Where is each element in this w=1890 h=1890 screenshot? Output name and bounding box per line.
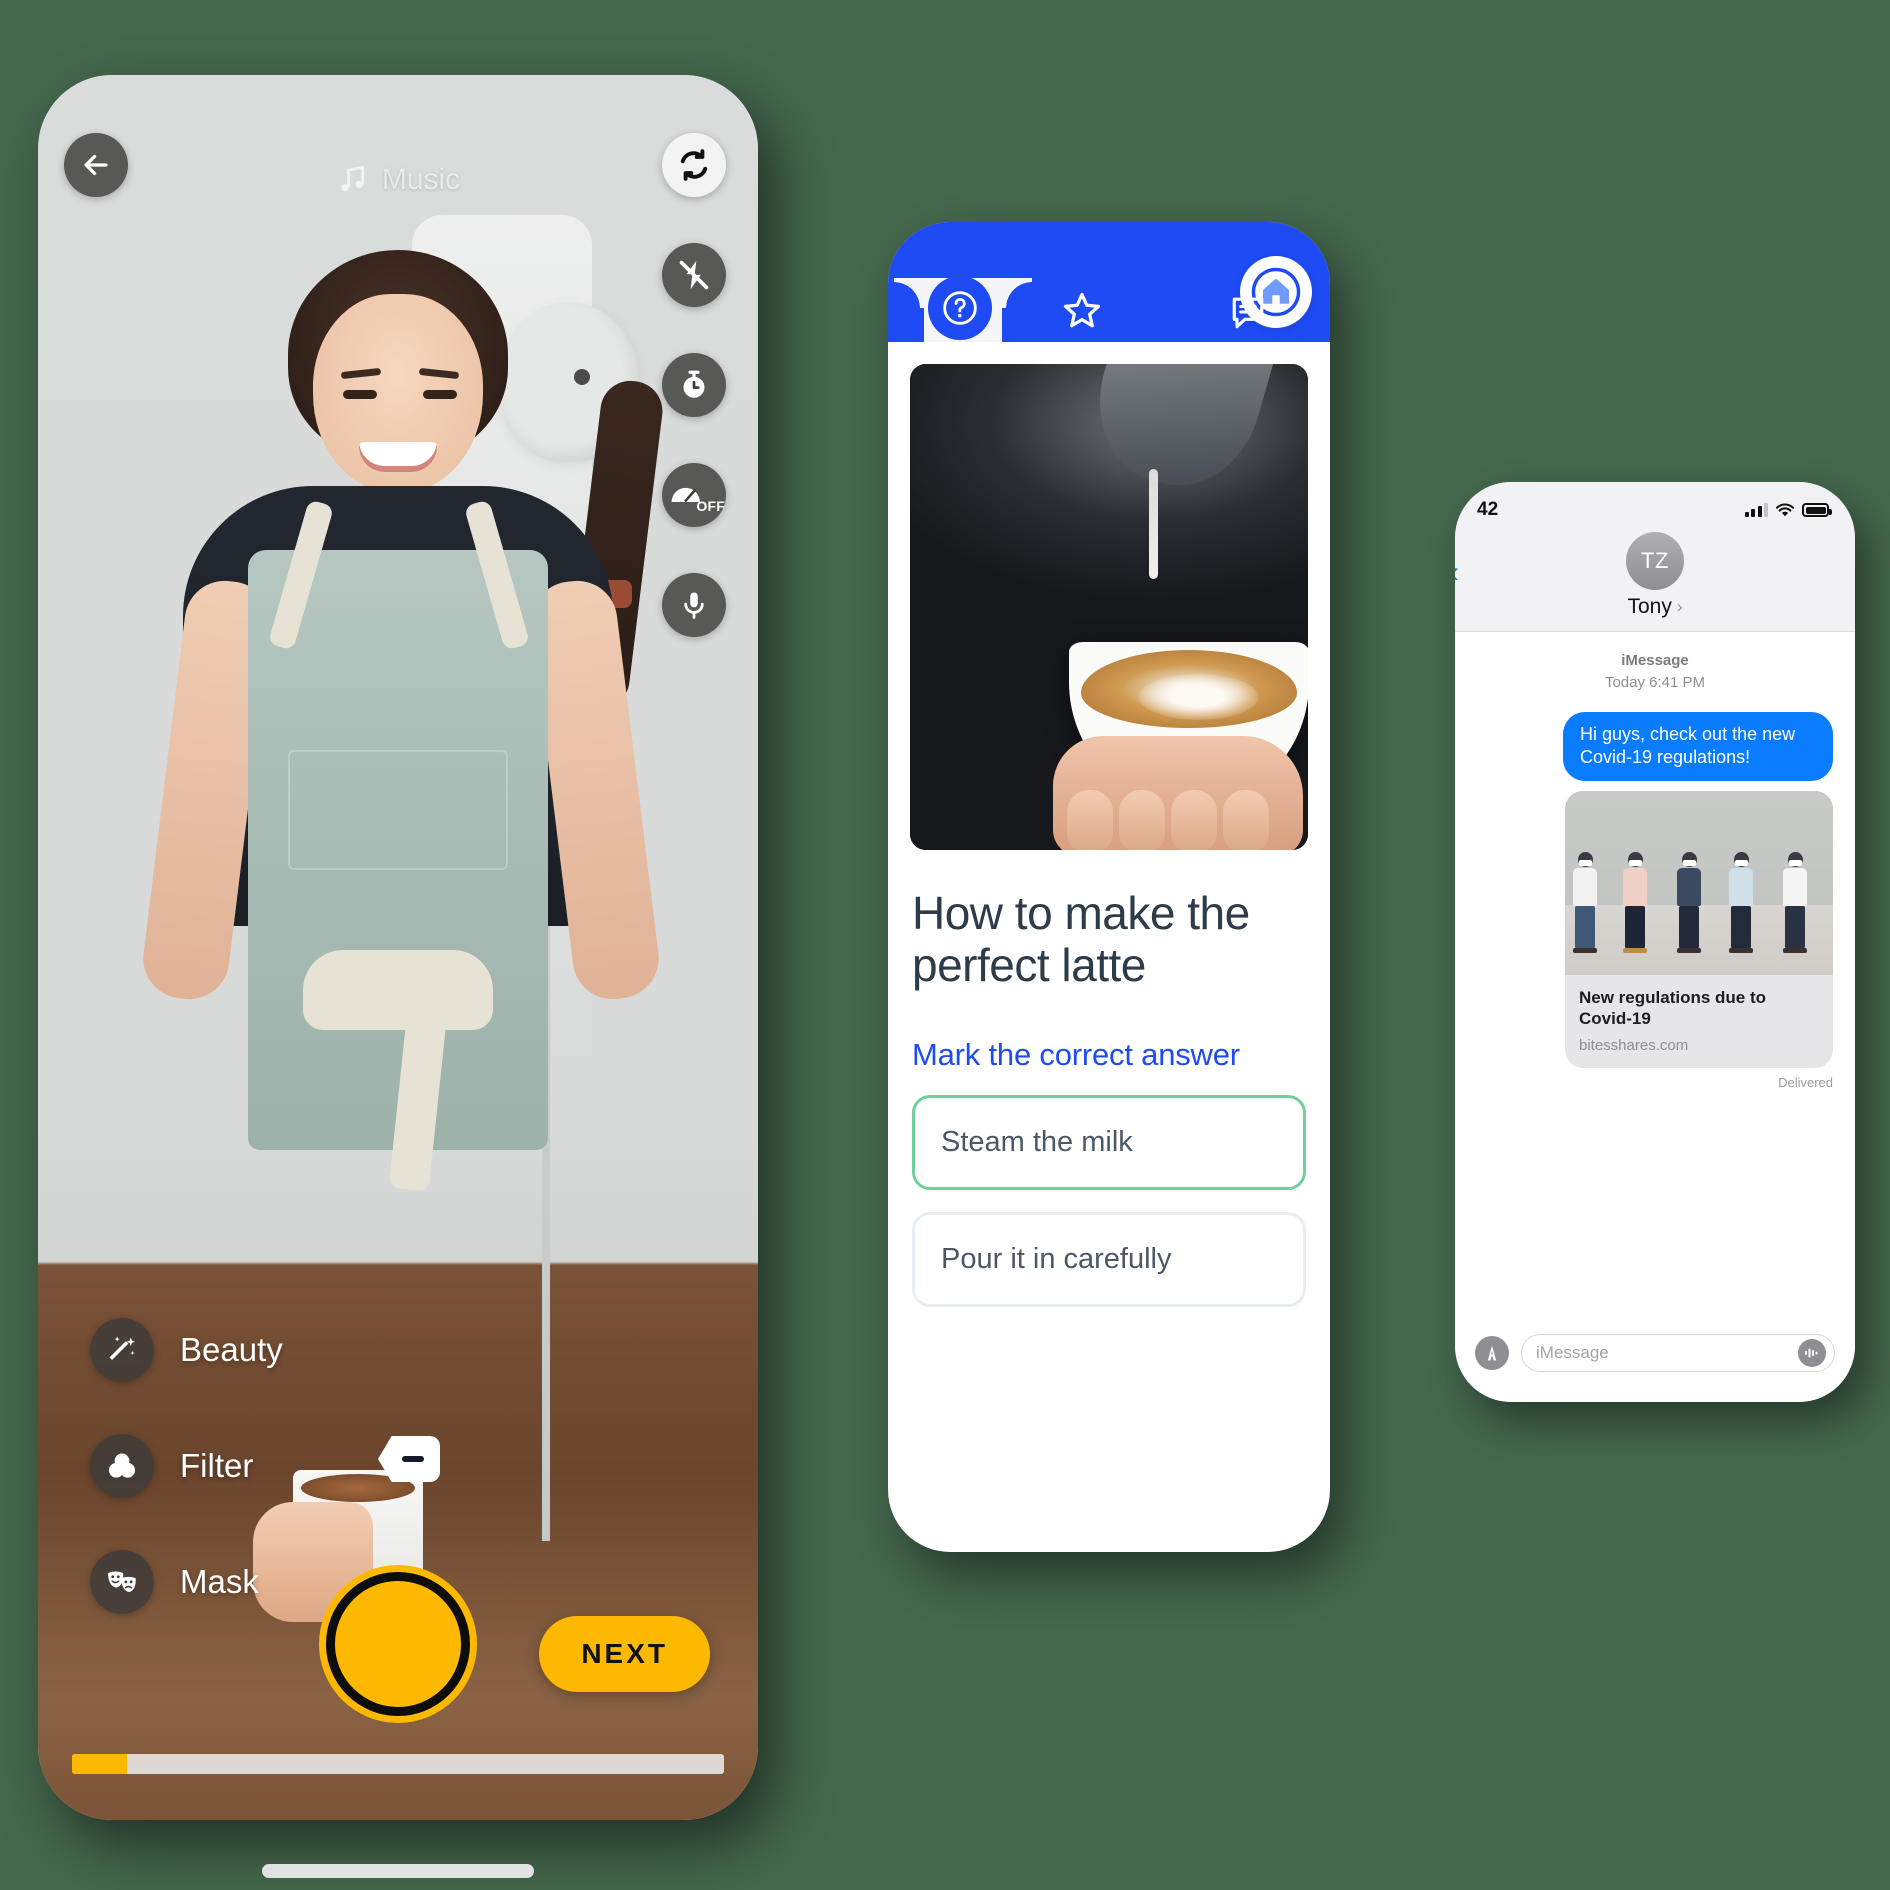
- camera-flip-icon: [680, 149, 708, 181]
- conversation-header: ‹ TZ Tony ›: [1455, 528, 1855, 632]
- app-store-icon[interactable]: [1475, 1336, 1509, 1370]
- question-circle-icon: [943, 291, 977, 325]
- message-bubble[interactable]: Hi guys, check out the new Covid-19 regu…: [1563, 711, 1833, 781]
- tool-label: Filter: [180, 1447, 254, 1484]
- link-preview-url: bitesshares.com: [1579, 1036, 1689, 1054]
- message-row: Hi guys, check out the new Covid-19 regu…: [1477, 711, 1833, 781]
- imessage-input[interactable]: iMessage: [1521, 1334, 1835, 1372]
- chevron-left-icon[interactable]: ‹: [1455, 556, 1459, 590]
- quiz-phone: How to make the perfect latte Mark the c…: [888, 222, 1330, 1552]
- link-preview-card[interactable]: New regulations due to Covid-19 bitessha…: [1565, 791, 1833, 1068]
- tab-chat[interactable]: [1226, 290, 1270, 334]
- quiz-instruction: Mark the correct answer: [912, 1037, 1240, 1073]
- tool-beauty[interactable]: Beauty: [90, 1318, 283, 1382]
- messages-phone: 42 ‹ TZ Tony ›: [1455, 482, 1855, 1402]
- timer-icon: [683, 370, 705, 398]
- battery-icon: [1802, 503, 1832, 517]
- camera-screen: Music OFF Beauty Filter Mask NEXT: [38, 75, 758, 1820]
- answer-option[interactable]: Pour it in carefully: [912, 1212, 1306, 1308]
- camera-phone: Music OFF Beauty Filter Mask NEXT: [38, 75, 758, 1878]
- camera-controls-rail: OFF: [662, 133, 726, 637]
- microphone-button[interactable]: [662, 573, 726, 637]
- figure: [1623, 852, 1647, 953]
- lesson-title: How to make the perfect latte: [912, 887, 1250, 991]
- quiz-screen: How to make the perfect latte Mark the c…: [888, 222, 1330, 1552]
- microphone-icon: [684, 592, 704, 619]
- cellular-bars-icon: [1744, 503, 1768, 517]
- star-icon: [1063, 292, 1100, 328]
- next-button[interactable]: NEXT: [539, 1616, 710, 1692]
- link-preview-title: New regulations due to Covid-19: [1579, 988, 1767, 1029]
- answer-option[interactable]: Steam the milk: [912, 1095, 1306, 1191]
- delivery-status: Delivered: [1778, 1074, 1833, 1090]
- color-filter-icon: [90, 1434, 154, 1498]
- conversation-meta: iMessage Today 6:41 PM: [1477, 650, 1833, 694]
- arrow-left-icon: [84, 154, 108, 176]
- service-label: iMessage: [1621, 652, 1689, 669]
- contact-name-row[interactable]: Tony ›: [1627, 595, 1682, 619]
- speed-button[interactable]: OFF: [662, 463, 726, 527]
- screenshot-stage: 42 ‹ TZ Tony ›: [0, 0, 1890, 1890]
- back-button[interactable]: [64, 133, 128, 197]
- recording-progress-bar[interactable]: [72, 1754, 724, 1774]
- music-overlay[interactable]: Music: [336, 163, 460, 197]
- tool-label: Beauty: [180, 1331, 283, 1368]
- tab-help[interactable]: [928, 276, 992, 340]
- timer-button[interactable]: [662, 353, 726, 417]
- link-preview-image: [1565, 791, 1833, 975]
- contact-name: Tony: [1627, 595, 1672, 618]
- lesson-hero-image: [910, 364, 1308, 850]
- figure: [1729, 852, 1753, 953]
- status-icons: [1744, 503, 1832, 518]
- flip-camera-button[interactable]: [662, 133, 726, 197]
- magic-wand-icon: [90, 1318, 154, 1382]
- conversation-body: iMessage Today 6:41 PM Hi guys, check ou…: [1455, 632, 1855, 1090]
- messages-screen: 42 ‹ TZ Tony ›: [1455, 482, 1855, 1402]
- figure: [1677, 852, 1701, 953]
- chat-bubble-icon: [1232, 297, 1263, 329]
- tool-mask[interactable]: Mask: [90, 1550, 283, 1614]
- message-input-bar: iMessage: [1455, 1320, 1855, 1402]
- imessage-placeholder: iMessage: [1536, 1343, 1609, 1362]
- message-timestamp: Today 6:41 PM: [1604, 673, 1706, 691]
- chevron-right-icon: ›: [1676, 597, 1683, 616]
- recording-progress-fill: [72, 1754, 128, 1774]
- music-label: Music: [381, 163, 461, 196]
- status-time: 42: [1477, 499, 1499, 520]
- quiz-top-nav: [888, 222, 1330, 342]
- figure: [1573, 852, 1597, 953]
- speed-off-badge: OFF: [696, 498, 725, 514]
- home-indicator: [262, 1864, 534, 1878]
- tab-favorites[interactable]: [1059, 288, 1105, 334]
- tool-filter[interactable]: Filter: [90, 1434, 283, 1498]
- figure: [1783, 852, 1807, 953]
- flash-off-icon: [679, 260, 709, 290]
- wifi-icon: [1776, 503, 1794, 516]
- flash-button[interactable]: [662, 243, 726, 307]
- avatar[interactable]: TZ: [1626, 532, 1684, 590]
- music-note-icon: [341, 165, 365, 192]
- theater-masks-icon: [90, 1550, 154, 1614]
- audio-wave-icon[interactable]: [1798, 1339, 1826, 1367]
- avatar-initials: TZ: [1641, 548, 1669, 573]
- ios-status-bar: 42: [1455, 482, 1855, 528]
- camera-effects-list: Beauty Filter Mask: [90, 1318, 283, 1614]
- shutter-button[interactable]: [326, 1572, 470, 1716]
- tool-label: Mask: [180, 1563, 259, 1600]
